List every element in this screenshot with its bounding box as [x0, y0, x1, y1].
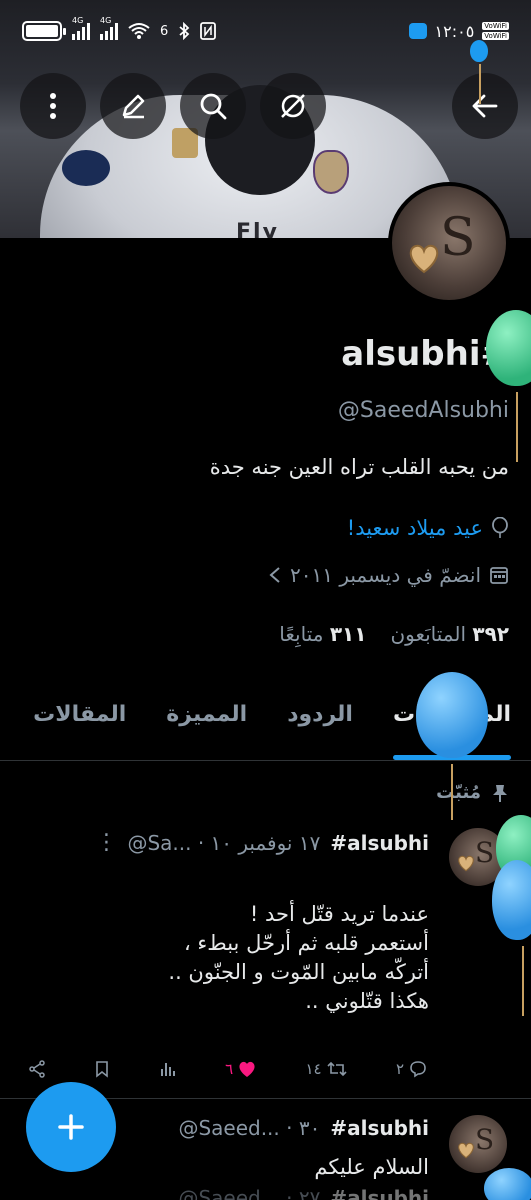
bookmark-icon — [96, 1061, 109, 1078]
post-header: alsubhi# @Sa... · ١٧ نوفمبر ١٠ ⋮ — [95, 830, 429, 855]
search-button[interactable] — [180, 73, 246, 139]
post-line: هكذا قتّلوني .. — [305, 989, 429, 1013]
heart-decoration-icon — [458, 1142, 474, 1159]
following-link[interactable]: ٣١١ متابِعًا — [279, 622, 366, 646]
volte-indicator: VoWiFi VoWiFi — [482, 22, 509, 40]
status-bar: 4G 4G 6 ١٢:٠٥ VoWiFi VoWiFi — [0, 0, 531, 62]
post-line: أتركّه مابين المّوت و الجنّون .. — [168, 960, 429, 984]
arrow-back-icon — [472, 94, 498, 118]
like-count: ٦ — [225, 1060, 234, 1078]
share-icon — [29, 1060, 45, 1078]
like-button[interactable]: ٦ — [225, 1060, 257, 1078]
birthday-row: عيد ميلاد سعيد! — [347, 516, 509, 540]
post-line: أستعمر قلبه ثم أرحّل ببطء ، — [183, 931, 429, 955]
no-bell-icon — [281, 94, 305, 118]
wifi-icon — [128, 23, 150, 39]
views-icon — [160, 1063, 175, 1076]
birthday-text[interactable]: عيد ميلاد سعيد! — [347, 516, 483, 540]
follow-stats: ٣٩٢ المتابَعون ٣١١ متابِعًا — [279, 622, 509, 646]
more-button[interactable] — [20, 73, 86, 139]
bluetooth-icon — [179, 22, 190, 40]
chevron-left-icon — [269, 567, 280, 583]
post-text: عندما تريد قتّل أحد ! أستعمر قلبه ثم أرح… — [29, 900, 429, 1016]
profile-bio: من يحبه القلب تراه العين جنه جدة — [209, 455, 509, 479]
followers-count: ٣٩٢ — [472, 622, 509, 646]
balloon-string — [516, 392, 518, 462]
plus-icon — [58, 1114, 84, 1140]
post-author-name[interactable]: alsubhi# — [330, 1116, 429, 1140]
back-button[interactable] — [452, 73, 518, 139]
heart-filled-icon — [239, 1061, 255, 1077]
reply-count: ٢ — [395, 1060, 404, 1078]
reply-button[interactable]: ٢ — [396, 1060, 428, 1078]
post-author-name[interactable]: alsubhi# — [330, 831, 429, 855]
balloon-icon — [492, 517, 508, 538]
heart-decoration-icon — [458, 855, 474, 872]
signal-icon-2: 4G — [100, 16, 118, 40]
post-more-icon[interactable]: ⋮ — [95, 830, 117, 855]
signal-icon: 4G — [72, 16, 90, 40]
profile-avatar[interactable]: S — [388, 182, 510, 304]
post-meta: @Saeed... · ٣٠ — [178, 1116, 321, 1140]
profile-name: alsubhi# — [341, 334, 509, 374]
following-label: متابِعًا — [279, 622, 324, 646]
message-notification-icon — [408, 23, 427, 39]
heart-decoration-icon — [409, 244, 439, 274]
balloon-string — [522, 946, 524, 1016]
followers-label: المتابَعون — [390, 622, 467, 646]
balloon-decoration — [470, 40, 488, 62]
edit-icon — [122, 94, 145, 119]
wifi-gen: 6 — [160, 23, 169, 39]
reply-icon — [410, 1061, 426, 1078]
following-count: ٣١١ — [329, 622, 367, 646]
nfc-icon — [200, 22, 217, 40]
post-meta: @Saeed... · ٢٧ — [178, 1186, 321, 1200]
bookmark-button[interactable] — [94, 1060, 110, 1078]
balloon-string — [451, 764, 453, 820]
joined-row[interactable]: انضمّ في ديسمبر ٢٠١١ — [268, 563, 509, 587]
views-button[interactable] — [159, 1060, 177, 1078]
balloon-decoration — [416, 672, 488, 758]
post-header: alsubhi# @Saeed... · ٢٧ — [178, 1186, 429, 1200]
balloon-decoration — [486, 310, 531, 386]
profile-handle: @SaeedAlsubhi — [337, 398, 509, 423]
tab-articles[interactable]: المقالات — [13, 690, 146, 760]
search-icon — [200, 93, 227, 120]
tab-replies[interactable]: الردود — [267, 690, 373, 760]
share-button[interactable] — [28, 1060, 46, 1078]
retweet-count: ١٤ — [305, 1060, 322, 1078]
edit-button[interactable] — [100, 73, 166, 139]
pin-icon — [493, 784, 507, 802]
more-vertical-icon — [50, 93, 56, 119]
notifications-off-button[interactable] — [260, 73, 326, 139]
post-actions: ٢ ١٤ ٦ — [28, 1060, 428, 1078]
post-avatar[interactable]: S — [449, 1115, 507, 1173]
pinned-label: مُثبّت — [436, 782, 481, 803]
battery-icon — [22, 21, 66, 41]
post-header: alsubhi# @Saeed... · ٣٠ — [178, 1116, 429, 1140]
post-author-name[interactable]: alsubhi# — [330, 1186, 429, 1200]
retweet-icon — [327, 1061, 347, 1077]
clock: ١٢:٠٥ — [434, 21, 475, 41]
tab-highlights[interactable]: المميزة — [146, 690, 267, 760]
post-meta: @Sa... · ١٧ نوفمبر ١٠ — [127, 830, 321, 855]
pinned-indicator: مُثبّت — [436, 782, 509, 803]
balloon-decoration — [492, 860, 531, 940]
balloon-decoration — [484, 1168, 531, 1200]
calendar-icon — [490, 567, 508, 584]
joined-text: انضمّ في ديسمبر ٢٠١١ — [290, 563, 481, 587]
balloon-string — [479, 64, 481, 104]
followers-link[interactable]: ٣٩٢ المتابَعون — [390, 622, 509, 646]
post-line: عندما تريد قتّل أحد ! — [249, 902, 429, 926]
retweet-button[interactable]: ١٤ — [305, 1060, 347, 1078]
compose-button[interactable] — [26, 1082, 116, 1172]
